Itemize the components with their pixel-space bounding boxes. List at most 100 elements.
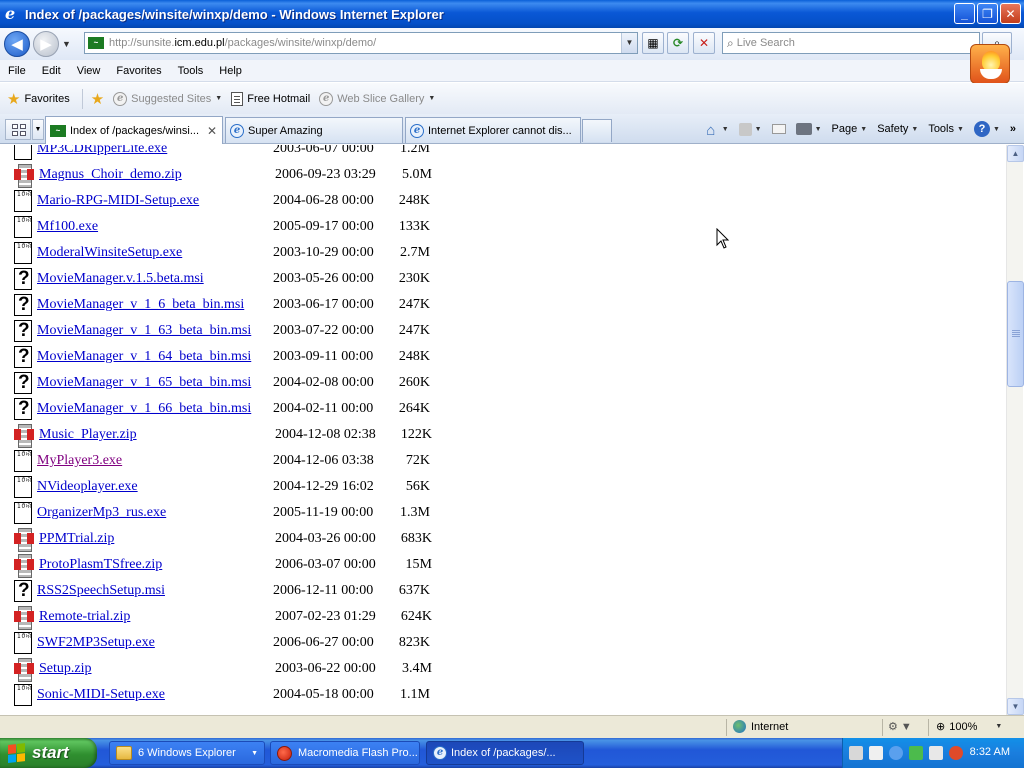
file-link[interactable]: MovieManager_v_1_66_beta_bin.msi [37, 401, 273, 417]
page-menu[interactable]: Page ▼ [832, 123, 868, 135]
scroll-thumb[interactable] [1007, 281, 1024, 387]
file-link[interactable]: MovieManager_v_1_64_beta_bin.msi [37, 349, 273, 365]
tab-ie-cannot-display[interactable]: e Internet Explorer cannot dis... [405, 117, 581, 143]
menu-view[interactable]: View [69, 65, 109, 77]
file-size: 1.3M [400, 505, 430, 520]
file-date: 2004-05-18 00:00 [273, 687, 374, 702]
file-link[interactable]: Mario-RPG-MIDI-Setup.exe [37, 193, 273, 209]
maximize-button[interactable]: ❐ [977, 3, 998, 24]
ie-page-icon: e [410, 123, 424, 138]
taskbar-internet-explorer[interactable]: e Index of /packages/... [426, 741, 584, 765]
print-button[interactable]: ▼ [795, 123, 822, 135]
menu-tools[interactable]: Tools [170, 65, 212, 77]
minimize-button[interactable]: _ [954, 3, 975, 24]
file-row: Mf100.exe2005-09-17 00:00 133K [14, 216, 430, 238]
file-link[interactable]: MP3CDRipperLite.exe [37, 145, 273, 157]
toolbar-overflow-icon[interactable]: » [1010, 123, 1016, 135]
file-link[interactable]: Remote-trial.zip [39, 609, 275, 625]
safety-menu[interactable]: Safety ▼ [877, 123, 918, 135]
tab-bar: ▼ ~ Index of /packages/winsi... ✕ e Supe… [0, 114, 1024, 144]
file-link[interactable]: MovieManager_v_1_63_beta_bin.msi [37, 323, 273, 339]
new-tab-button[interactable] [582, 119, 612, 142]
scroll-up-button[interactable]: ▲ [1007, 145, 1024, 162]
printer-icon [795, 123, 812, 135]
title-bar[interactable]: e Index of /packages/winsite/winxp/demo … [0, 0, 1024, 28]
file-link[interactable]: Mf100.exe [37, 219, 273, 235]
favorites-star-icon[interactable]: ★ [7, 90, 20, 108]
favorite-free-hotmail[interactable]: Free Hotmail [231, 91, 310, 106]
file-link[interactable]: Music_Player.zip [39, 427, 275, 443]
tools-menu[interactable]: Tools ▼ [928, 123, 964, 135]
file-date: 2003-05-26 00:00 [273, 271, 374, 286]
file-link[interactable]: OrganizerMp3_rus.exe [37, 505, 273, 521]
close-button[interactable]: ✕ [1000, 3, 1021, 24]
file-link[interactable]: MovieManager_v_1_6_beta_bin.msi [37, 297, 273, 313]
search-input[interactable]: ⌕ Live Search [722, 32, 980, 54]
file-row: OrganizerMp3_rus.exe2005-11-19 00:00 1.3M [14, 502, 430, 524]
close-tab-icon[interactable]: ✕ [207, 124, 217, 138]
file-row: Setup.zip 2003-06-22 00:00 3.4M [14, 658, 432, 682]
file-date: 2003-06-22 00:00 [275, 661, 376, 676]
back-button[interactable]: ◀ [4, 31, 30, 57]
zoom-level[interactable]: ⊕ 100% ▼ [936, 720, 1002, 734]
feeds-button[interactable]: ▼ [738, 122, 762, 136]
vertical-scrollbar[interactable]: ▲ ▼ [1006, 145, 1024, 715]
help-button[interactable]: ? ▼ [973, 121, 1000, 137]
address-dropdown-icon[interactable]: ▼ [621, 33, 637, 53]
quick-tabs-icon[interactable] [5, 119, 31, 140]
file-link[interactable]: ProtoPlasmTSfree.zip [39, 557, 275, 573]
menu-help[interactable]: Help [211, 65, 250, 77]
chevron-down-icon: ▼ [428, 95, 436, 102]
file-link[interactable]: MyPlayer3.exe [37, 453, 273, 469]
file-link[interactable]: Sonic-MIDI-Setup.exe [37, 687, 273, 703]
file-link[interactable]: Setup.zip [39, 661, 275, 677]
tab-super-amazing[interactable]: e Super Amazing [225, 117, 403, 143]
file-link[interactable]: MovieManager.v.1.5.beta.msi [37, 271, 273, 287]
protected-mode-icon[interactable]: ⚙ ▼ [888, 720, 912, 733]
file-date: 2004-12-29 16:02 [273, 479, 374, 494]
menu-edit[interactable]: Edit [34, 65, 69, 77]
tab-index-of-packages[interactable]: ~ Index of /packages/winsi... ✕ [45, 116, 223, 144]
scroll-down-button[interactable]: ▼ [1007, 698, 1024, 715]
tray-bluetooth-icon[interactable] [889, 746, 903, 760]
tab-list-dropdown-icon[interactable]: ▼ [32, 119, 44, 140]
file-size: 3.4M [402, 661, 432, 676]
address-url[interactable]: http://sunsite.icm.edu.pl/packages/winsi… [109, 37, 376, 49]
tray-security-icon[interactable] [909, 746, 923, 760]
binary-file-icon [14, 145, 32, 160]
taskbar-macromedia-flash[interactable]: Macromedia Flash Pro... [270, 741, 420, 765]
add-to-favorites-bar-icon[interactable]: ★ [91, 90, 104, 108]
file-link[interactable]: ModeralWinsiteSetup.exe [37, 245, 273, 261]
file-link[interactable]: MovieManager_v_1_65_beta_bin.msi [37, 375, 273, 391]
tray-alert-icon[interactable] [949, 746, 963, 760]
file-link[interactable]: RSS2SpeechSetup.msi [37, 583, 273, 599]
forward-button[interactable]: ▶ [33, 31, 59, 57]
compressed-file-icon [14, 164, 34, 188]
history-dropdown-icon[interactable]: ▼ [62, 39, 74, 49]
stop-icon[interactable]: ✕ [693, 32, 715, 54]
refresh-icon[interactable]: ⟳ [667, 32, 689, 54]
address-bar[interactable]: ~ http://sunsite.icm.edu.pl/packages/win… [84, 32, 638, 54]
file-link[interactable]: SWF2MP3Setup.exe [37, 635, 273, 651]
compressed-file-icon [14, 606, 34, 630]
read-mail-button[interactable] [771, 124, 786, 134]
taskbar-windows-explorer[interactable]: 6 Windows Explorer ▼ [109, 741, 265, 765]
file-date: 2003-07-22 00:00 [273, 323, 374, 338]
favorites-button[interactable]: Favorites [24, 93, 69, 105]
home-button[interactable]: ⌂ ▼ [703, 122, 728, 139]
menu-favorites[interactable]: Favorites [108, 65, 169, 77]
tray-tool-icon[interactable] [849, 746, 863, 760]
start-button[interactable]: start [0, 738, 97, 768]
file-link[interactable]: PPMTrial.zip [39, 531, 275, 547]
favorite-web-slice-gallery[interactable]: e Web Slice Gallery ▼ [319, 91, 436, 106]
security-zone[interactable]: Internet [733, 720, 788, 733]
tray-device-icon[interactable] [929, 746, 943, 760]
flame-cup-icon[interactable] [970, 44, 1010, 84]
file-row: MovieManager_v_1_66_beta_bin.msi2004-02-… [14, 398, 430, 420]
compatibility-view-icon[interactable]: ▦ [642, 32, 664, 54]
menu-file[interactable]: File [0, 65, 34, 77]
file-link[interactable]: Magnus_Choir_demo.zip [39, 167, 275, 183]
favorite-suggested-sites[interactable]: e Suggested Sites ▼ [113, 91, 222, 106]
file-link[interactable]: NVideoplayer.exe [37, 479, 273, 495]
tray-network-icon[interactable] [869, 746, 883, 760]
